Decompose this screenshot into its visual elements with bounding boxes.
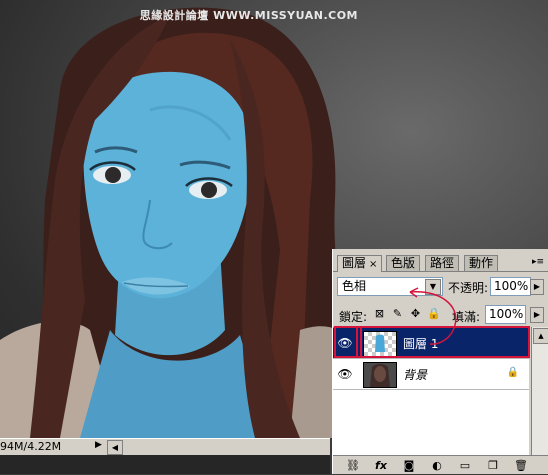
opacity-slider-icon[interactable]: ▶ <box>530 279 544 295</box>
opacity-field[interactable]: 100% <box>490 277 531 296</box>
eye-icon[interactable]: 👁 <box>336 365 354 383</box>
lock-label: 鎖定: <box>339 310 368 324</box>
canvas-bottom-area <box>0 455 330 474</box>
close-tab-icon[interactable]: × <box>369 259 377 270</box>
layers-scrollbar[interactable]: ▲ <box>531 327 548 455</box>
fill-label: 填滿: <box>452 310 481 324</box>
mask-icon[interactable]: ◙ <box>401 459 417 473</box>
layer-thumbnail <box>363 362 397 388</box>
watermark-text: 思緣設計論壇 WWW.MISSYUAN.COM <box>139 9 358 22</box>
new-layer-icon[interactable]: ❐ <box>485 459 501 473</box>
adjustment-icon[interactable]: ◐ <box>429 459 445 473</box>
fill-field[interactable]: 100% <box>485 305 526 324</box>
tab-channels-label: 色版 <box>391 256 416 270</box>
status-menu-arrow-icon[interactable]: ▶ <box>95 440 102 450</box>
panel-footer: ⛓ fx ◙ ◐ ▭ ❐ 🗑 <box>333 455 548 475</box>
panel-menu-icon[interactable]: ▸≡ <box>531 255 545 269</box>
tab-paths-label: 路徑 <box>430 256 455 270</box>
tab-layers[interactable]: 圖層 × <box>337 255 383 272</box>
tab-channels[interactable]: 色版 <box>386 255 421 271</box>
link-icon[interactable]: ⛓ <box>345 459 361 473</box>
layer-row-background[interactable]: 👁 背景 🔒 <box>333 359 529 390</box>
tab-actions[interactable]: 動作 <box>464 255 499 271</box>
tab-layers-label: 圖層 <box>342 256 367 270</box>
tab-actions-label: 動作 <box>469 256 494 270</box>
lock-transparency-icon[interactable]: ⊠ <box>373 307 386 320</box>
layer-highlight-box <box>356 326 530 358</box>
fill-slider-icon[interactable]: ▶ <box>530 307 544 323</box>
lock-all-icon[interactable]: 🔒 <box>427 307 441 320</box>
lock-icon: 🔒 <box>506 367 519 378</box>
status-bar: 94M/4.22M ▶ ◀ <box>0 438 330 455</box>
fx-icon[interactable]: fx <box>373 459 389 473</box>
folder-icon[interactable]: ▭ <box>457 459 473 473</box>
layer-name[interactable]: 背景 <box>403 366 427 383</box>
document-size: 94M/4.22M <box>0 440 62 453</box>
scroll-left-button[interactable]: ◀ <box>107 440 123 455</box>
lock-position-icon[interactable]: ✥ <box>409 307 422 320</box>
trash-icon[interactable]: 🗑 <box>513 459 529 473</box>
panel-tabs: 圖層 × 色版 路徑 動作 ▸≡ <box>333 249 548 272</box>
lock-pixels-icon[interactable]: ✎ <box>391 307 404 320</box>
tab-paths[interactable]: 路徑 <box>425 255 460 271</box>
layers-panel: 圖層 × 色版 路徑 動作 ▸≡ 色相 ▼ 不透明: 100% ▶ 鎖定: ⊠ ✎… <box>332 249 548 474</box>
chevron-down-icon[interactable]: ▼ <box>425 279 441 295</box>
opacity-label: 不透明: <box>448 281 489 295</box>
scroll-up-icon[interactable]: ▲ <box>533 328 548 344</box>
